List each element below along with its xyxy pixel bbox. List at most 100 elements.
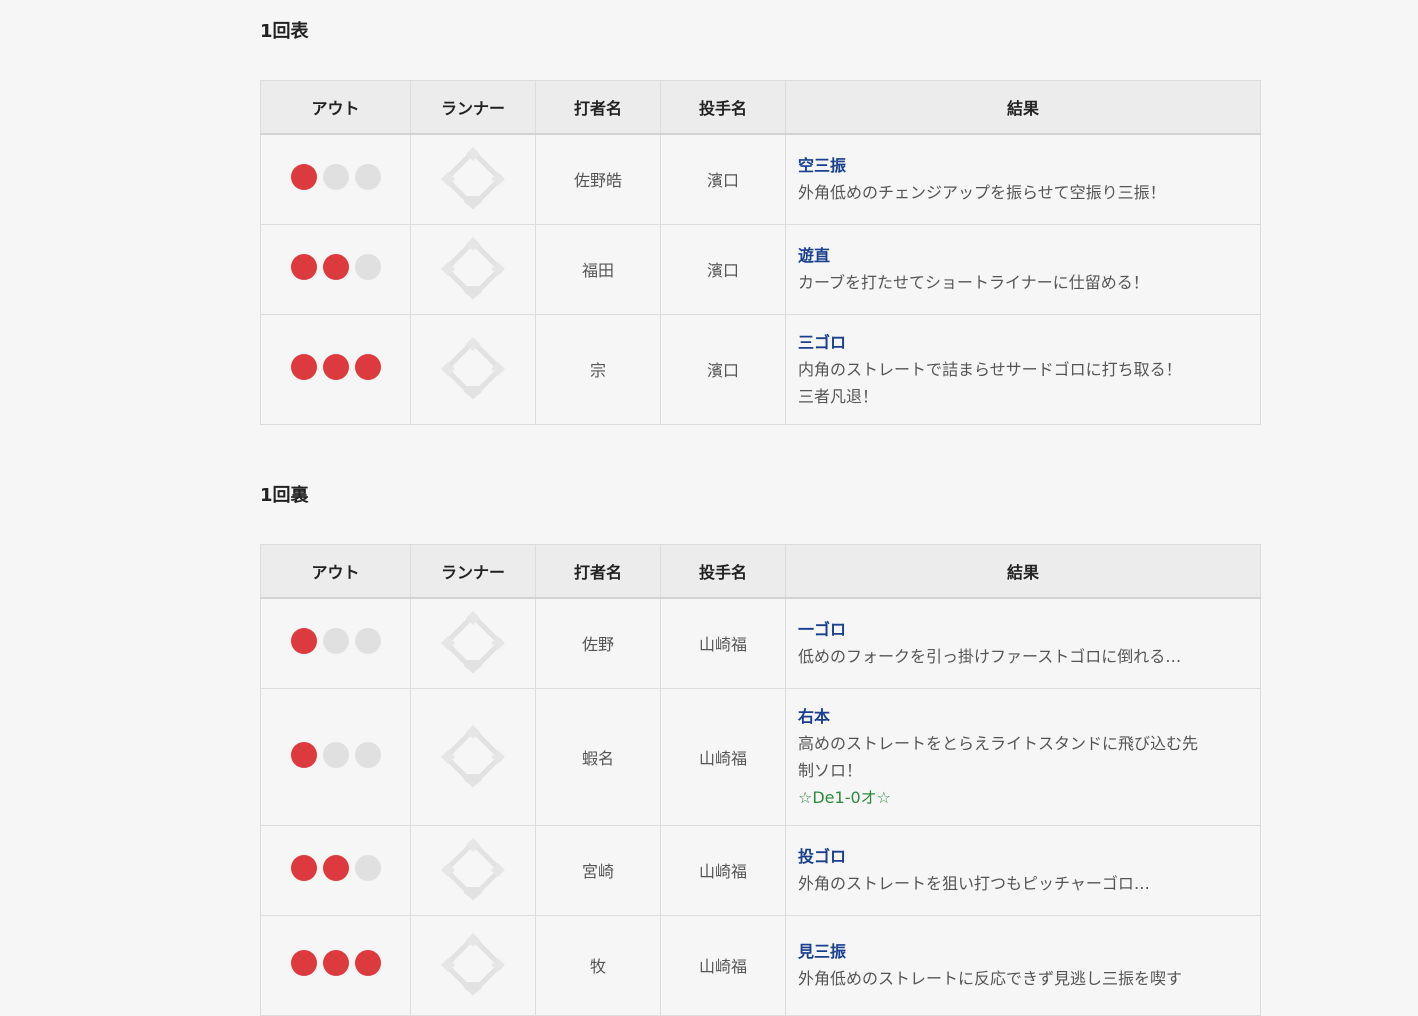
result-cell: 右本 高めのストレートをとらえライトスタンドに飛び込む先 制ソロ！ ☆De1-0オ☆ <box>785 687 1261 826</box>
out-indicator-filled <box>322 950 349 976</box>
out-indicator-filled <box>290 628 317 655</box>
out-count <box>260 597 411 689</box>
header-result: 結果 <box>785 80 1261 135</box>
header-batter: 打者名 <box>535 80 661 135</box>
batter-name: 佐野皓 <box>535 133 661 225</box>
pitcher-name: 濱口 <box>660 133 786 225</box>
result-type: 投ゴロ <box>798 847 847 866</box>
table-header-row: アウト ランナー 打者名 投手名 結果 <box>260 80 1261 135</box>
batter-name: 福田 <box>535 223 661 315</box>
result-description: 外角のストレートを狙い打つもピッチャーゴロ… <box>798 874 1150 893</box>
result-description: 低めのフォークを引っ掛けファーストゴロに倒れる… <box>798 647 1182 667</box>
pitcher-name: 濱口 <box>660 313 786 425</box>
result-description: 制ソロ！ <box>798 760 863 780</box>
out-indicator-filled <box>322 254 349 280</box>
home-plate-icon <box>464 887 482 900</box>
out-indicator-empty <box>354 741 381 768</box>
header-pitcher: 投手名 <box>660 80 786 135</box>
base-diamond-icon <box>441 147 505 210</box>
batter-name: 宮崎 <box>535 824 661 916</box>
home-plate-icon <box>464 660 482 674</box>
play-by-play-table: アウト ランナー 打者名 投手名 結果 佐野 山崎福 一ゴロ 低めのフォークを引っ掛け… <box>260 544 1261 1016</box>
home-plate-icon <box>464 196 482 210</box>
inning-block-1-bottom: 1回裏 アウト ランナー 打者名 投手名 結果 佐野 山崎福 一ゴロ 低めのフォークを… <box>260 484 1261 1016</box>
result-description: 外角低めのストレートに反応できず見逃し三振を喫す <box>798 969 1183 988</box>
base-diamond-icon <box>441 337 505 400</box>
out-indicator-filled <box>290 855 317 881</box>
out-count <box>260 914 411 1016</box>
runner-cell <box>410 597 536 689</box>
out-indicator-filled <box>290 254 317 280</box>
base-diamond-icon <box>441 237 505 300</box>
table-row: 佐野 山崎福 一ゴロ 低めのフォークを引っ掛けファーストゴロに倒れる… <box>260 597 1261 689</box>
home-plate-icon <box>464 982 482 995</box>
home-plate-icon <box>464 386 482 399</box>
header-out: アウト <box>260 544 411 599</box>
out-indicator-filled <box>354 950 381 976</box>
out-indicator-filled <box>322 855 349 881</box>
runner-cell <box>410 313 536 425</box>
header-pitcher: 投手名 <box>660 544 786 599</box>
out-indicator-empty <box>354 164 381 191</box>
inning-block-1-top: 1回表 アウト ランナー 打者名 投手名 結果 佐野皓 濱口 空三振 外角低めのチェン… <box>260 20 1261 425</box>
result-type: 遊直 <box>798 246 831 265</box>
batter-name: 宗 <box>535 313 661 425</box>
out-indicator-empty <box>354 254 381 280</box>
table-row: 牧山崎福 見三振外角低めのストレートに反応できず見逃し三振を喫す <box>260 914 1261 1016</box>
pitcher-name: 山崎福 <box>660 597 786 689</box>
out-count <box>260 687 411 826</box>
out-indicator-empty <box>354 855 381 881</box>
result-description: 三者凡退！ <box>798 386 879 406</box>
result-cell: 遊直カーブを打たせてショートライナーに仕留める！ <box>785 223 1261 315</box>
result-cell: 空三振外角低めのチェンジアップを振らせて空振り三振！ <box>785 133 1261 225</box>
header-runner: ランナー <box>410 544 536 599</box>
table-row: 福田 濱口 遊直 カーブを打たせてショートライナーに仕留める！ <box>260 223 1261 315</box>
result-cell: 投ゴロ外角のストレートを狙い打つもピッチャーゴロ… <box>785 824 1261 916</box>
base-diamond-icon <box>441 611 505 674</box>
runner-cell <box>410 687 536 826</box>
result-description: 高めのストレートをとらえライトスタンドに飛び込む先 <box>798 733 1199 753</box>
out-indicator-empty <box>322 628 349 655</box>
inning-title: 1回表 <box>260 21 309 42</box>
base-diamond-icon <box>441 933 505 996</box>
runner-cell <box>410 914 536 1016</box>
result-description: 外角低めのチェンジアップを振らせて空振り三振！ <box>798 183 1166 203</box>
batter-name: 牧 <box>535 914 661 1016</box>
play-by-play-table: アウト ランナー 打者名 投手名 結果 佐野皓 濱口 空三振 外角低めのチェンジアップ… <box>260 80 1261 425</box>
out-count <box>260 223 411 315</box>
header-result: 結果 <box>785 544 1261 599</box>
runner-cell <box>410 133 536 225</box>
table-header-row: アウト ランナー 打者名 投手名 結果 <box>260 544 1261 599</box>
out-indicator-empty <box>322 164 349 191</box>
table-row: 佐野皓 濱口 空三振外角低めのチェンジアップを振らせて空振り三振！ <box>260 133 1261 225</box>
out-indicator-empty <box>354 628 381 655</box>
out-indicator-filled <box>290 950 317 976</box>
result-description: 内角のストレートで詰まらせサードゴロに打ち取る！ <box>798 359 1182 379</box>
pitcher-name: 山崎福 <box>660 824 786 916</box>
result-cell: 一ゴロ 低めのフォークを引っ掛けファーストゴロに倒れる… <box>785 597 1261 689</box>
runner-cell <box>410 223 536 315</box>
header-out: アウト <box>260 80 411 135</box>
result-type: 空三振 <box>798 156 847 176</box>
home-plate-icon <box>464 773 482 787</box>
result-type: 見三振 <box>798 942 847 961</box>
out-indicator-filled <box>290 741 317 768</box>
table-row: 宗濱口 三ゴロ 内角のストレートで詰まらせサードゴロに打ち取る！ 三者凡退！ <box>260 313 1261 425</box>
score-update: ☆De1-0オ☆ <box>798 787 891 807</box>
out-indicator-filled <box>290 164 317 191</box>
result-cell: 三ゴロ 内角のストレートで詰まらせサードゴロに打ち取る！ 三者凡退！ <box>785 313 1261 425</box>
pitcher-name: 山崎福 <box>660 914 786 1016</box>
base-diamond-icon <box>441 838 505 901</box>
table-row: 宮崎 山崎福 投ゴロ外角のストレートを狙い打つもピッチャーゴロ… <box>260 824 1261 916</box>
out-count <box>260 824 411 916</box>
header-runner: ランナー <box>410 80 536 135</box>
out-indicator-filled <box>354 354 381 380</box>
out-indicator-filled <box>322 354 349 380</box>
out-count <box>260 313 411 425</box>
out-indicator-filled <box>290 354 317 380</box>
home-plate-icon <box>464 286 482 299</box>
runner-cell <box>410 824 536 916</box>
out-count <box>260 133 411 225</box>
result-description: カーブを打たせてショートライナーに仕留める！ <box>798 273 1149 292</box>
batter-name: 佐野 <box>535 597 661 689</box>
